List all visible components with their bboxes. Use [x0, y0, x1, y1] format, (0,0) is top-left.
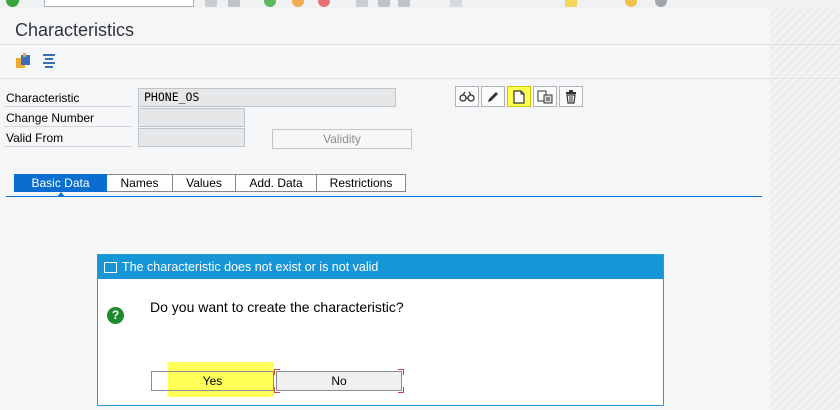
- tab-restrictions[interactable]: Restrictions: [317, 174, 406, 192]
- change-icon[interactable]: [481, 86, 505, 107]
- focus-corner: [398, 369, 404, 375]
- dialog-question: Do you want to create the characteristic…: [150, 299, 404, 315]
- save-icon[interactable]: [228, 0, 240, 7]
- system-toolbar: [0, 0, 840, 9]
- tab-add-data[interactable]: Add. Data: [236, 174, 317, 192]
- dialog-title: The characteristic does not exist or is …: [122, 260, 379, 274]
- tab-strip: Basic Data Names Values Add. Data Restri…: [14, 174, 406, 192]
- tab-basic-data[interactable]: Basic Data: [14, 174, 107, 192]
- no-button[interactable]: No: [276, 371, 402, 391]
- change-number-label: Change Number: [4, 109, 132, 127]
- tab-underline: [6, 196, 762, 197]
- settings-icon[interactable]: [655, 0, 667, 7]
- new-session-icon[interactable]: [450, 0, 462, 7]
- focus-corner: [274, 387, 280, 393]
- print-icon[interactable]: [356, 0, 368, 7]
- dialog-header: The characteristic does not exist or is …: [98, 255, 663, 279]
- tab-values[interactable]: Values: [173, 174, 236, 192]
- classes-icon[interactable]: [40, 52, 58, 70]
- divider: [0, 78, 840, 79]
- exit-icon[interactable]: [292, 0, 304, 7]
- back-icon[interactable]: [205, 0, 217, 7]
- create-icon[interactable]: [507, 86, 531, 107]
- tab-names[interactable]: Names: [107, 174, 173, 192]
- page-title: Characteristics: [15, 20, 135, 40]
- yes-button[interactable]: Yes: [151, 371, 274, 391]
- focus-corner: [398, 387, 404, 393]
- other-object-icon[interactable]: [14, 52, 32, 70]
- first-page-icon[interactable]: [398, 0, 410, 7]
- create-with-ref-icon[interactable]: [533, 86, 557, 107]
- display-icon[interactable]: [455, 86, 479, 107]
- find-icon[interactable]: [378, 0, 390, 7]
- validity-button[interactable]: Validity: [272, 129, 412, 149]
- characteristic-label: Characteristic: [4, 89, 132, 107]
- enter-icon[interactable]: [6, 0, 19, 7]
- focus-corner: [274, 369, 280, 375]
- green-arrow-icon[interactable]: [264, 0, 276, 7]
- divider: [0, 44, 840, 45]
- background-pattern: [770, 9, 840, 410]
- delete-icon[interactable]: [559, 86, 583, 107]
- active-tab-indicator: [57, 192, 65, 197]
- action-buttons: [455, 86, 585, 107]
- question-icon: ?: [107, 307, 124, 324]
- valid-from-label: Valid From: [4, 129, 132, 147]
- command-field[interactable]: [44, 0, 194, 7]
- change-number-input[interactable]: [138, 108, 245, 127]
- help-icon[interactable]: [625, 0, 637, 7]
- window-icon: [104, 261, 117, 273]
- cancel-icon[interactable]: [318, 0, 330, 7]
- shortcut-icon[interactable]: [565, 0, 577, 7]
- characteristic-input[interactable]: PHONE_OS: [138, 88, 396, 107]
- valid-from-input[interactable]: [138, 128, 245, 147]
